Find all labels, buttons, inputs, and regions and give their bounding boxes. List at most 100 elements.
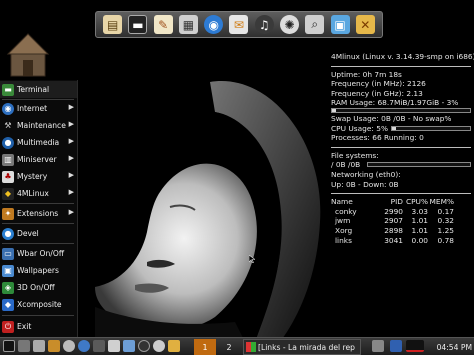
tray-icon[interactable] (372, 340, 384, 352)
volume-tray-icon[interactable] (406, 340, 424, 352)
process-row: jwm 2907 1.01 0.32 (331, 216, 471, 226)
submenu-arrow-icon: ▶ (68, 171, 74, 179)
wbar-dock: ▤ ▬ ✎ ▦ ◉ ✉ ♫ ✺ ⌕ ▣ ✕ (95, 11, 383, 38)
workspace-2-button[interactable]: 2 (220, 339, 238, 355)
submenu-arrow-icon: ▶ (68, 137, 74, 145)
wrench-icon: ⚒ (4, 121, 12, 130)
process-mem: 0.17 (437, 206, 454, 216)
video-player-icon[interactable]: ✺ (279, 15, 299, 34)
mail-icon[interactable] (108, 340, 120, 352)
web-browser-icon[interactable]: ◉ (204, 15, 224, 34)
process-cpu: 0.00 (411, 235, 428, 245)
network-traffic: Up: 0B - Down: 0B (331, 179, 399, 189)
mouse-cursor-icon (249, 255, 255, 263)
menu-item-extensions[interactable]: ✦ Extensions ▶ (0, 205, 77, 222)
menu-item-label: Mystery (17, 172, 48, 181)
web-browser-icon[interactable] (78, 340, 90, 352)
divider (331, 193, 471, 195)
process-name: Xorg (335, 225, 353, 235)
menu-item-label: Maintenance (17, 121, 66, 130)
clock[interactable]: 04:54 PM (432, 339, 474, 355)
process-pid: 2907 (384, 216, 403, 226)
application-menu: ▬ Terminal ◉ Internet ▶ ⚒ Maintenance ▶ … (0, 80, 78, 338)
network-tray-icon[interactable] (390, 340, 402, 352)
ram-bar-fill (332, 108, 337, 112)
terminal-icon[interactable] (93, 340, 105, 352)
home-folder-icon[interactable] (6, 30, 50, 78)
task-button-links[interactable]: [Links - La mirada del rep (243, 339, 361, 355)
menu-separator (2, 243, 74, 244)
menu-item-label: Internet (17, 104, 48, 113)
file-manager-icon[interactable]: ▤ (103, 15, 123, 34)
text-editor-icon[interactable]: ✎ (153, 15, 173, 34)
submenu-arrow-icon: ▶ (68, 103, 74, 111)
extensions-icon: ✦ (2, 207, 14, 220)
menu-item-label: Exit (17, 322, 32, 331)
col-pid: PID (390, 197, 403, 207)
menu-item-3d-toggle[interactable]: ◈ 3D On/Off (0, 279, 77, 296)
image-viewer-icon[interactable] (123, 340, 135, 352)
menu-item-maintenance[interactable]: ⚒ Maintenance ▶ (0, 117, 77, 134)
start-menu-icon[interactable] (3, 340, 15, 352)
menu-item-label: Multimedia (17, 138, 60, 147)
menu-item-label: Terminal (17, 85, 50, 94)
divider (331, 146, 471, 148)
menu-separator (2, 315, 74, 316)
calculator-icon[interactable]: ▦ (178, 15, 198, 34)
audio-player-icon[interactable] (138, 340, 150, 352)
cpu-usage-bar (391, 125, 471, 131)
menu-item-terminal[interactable]: ▬ Terminal (0, 81, 77, 98)
menu-item-devel[interactable]: ● Devel (0, 225, 77, 242)
process-row: Xorg 2898 1.01 1.25 (331, 226, 471, 236)
divider (331, 65, 471, 67)
fs-usage-bar (367, 162, 471, 168)
submenu-arrow-icon: ▶ (68, 208, 74, 216)
workspace-1-button[interactable]: 1 (194, 339, 216, 355)
show-desktop-icon[interactable] (18, 340, 30, 352)
process-name: links (335, 235, 352, 245)
menu-item-mystery[interactable]: ♣ Mystery ▶ (0, 168, 77, 185)
system-tools-icon[interactable] (168, 340, 180, 352)
process-mem: 0.32 (437, 216, 454, 226)
menu-item-internet[interactable]: ◉ Internet ▶ (0, 100, 77, 117)
process-pid: 3041 (384, 235, 403, 245)
devel-icon: ● (2, 227, 14, 240)
menu-item-label: Wallpapers (17, 266, 59, 275)
menu-item-multimedia[interactable]: ● Multimedia ▶ (0, 134, 77, 151)
ram-usage-bar (331, 107, 471, 113)
audio-player-icon[interactable]: ♫ (254, 15, 274, 34)
terminal-icon[interactable]: ▬ (128, 15, 148, 34)
search-icon[interactable] (63, 340, 75, 352)
process-name: conky (335, 206, 357, 216)
mail-icon[interactable]: ✉ (229, 15, 249, 34)
menu-item-xcomposite[interactable]: ◆ Xcomposite (0, 296, 77, 313)
search-icon[interactable]: ⌕ (305, 15, 325, 34)
penguin-icon: ◆ (2, 187, 14, 200)
cpu-row: CPU Usage: 5% (331, 124, 471, 134)
process-mem: 0.78 (437, 235, 454, 245)
menu-item-miniserver[interactable]: ▥ Miniserver ▶ (0, 151, 77, 168)
video-player-icon[interactable] (153, 340, 165, 352)
process-cpu: 1.01 (411, 225, 428, 235)
image-viewer-icon[interactable]: ▣ (330, 15, 350, 34)
swap-usage: Swap Usage: 0B /0B - No swap% (331, 113, 452, 123)
menu-separator (2, 203, 74, 204)
multimedia-icon: ● (2, 136, 14, 149)
process-row: links 3041 0.00 0.78 (331, 236, 471, 246)
system-tools-icon[interactable]: ✕ (355, 15, 375, 34)
file-systems-label: File systems: (331, 150, 379, 160)
menu-item-wbar-toggle[interactable]: ▭ Wbar On/Off (0, 245, 77, 262)
frequency-mhz: Frequency (in MHz): 2126 (331, 79, 426, 89)
text-editor-icon[interactable] (48, 340, 60, 352)
process-pid: 2898 (384, 225, 403, 235)
menu-item-label: Xcomposite (17, 300, 62, 309)
xcomposite-icon: ◆ (2, 298, 14, 311)
server-icon: ▥ (2, 153, 14, 166)
menu-item-wallpapers[interactable]: ▣ Wallpapers (0, 262, 77, 279)
cpu-bar-fill (392, 126, 396, 130)
menu-item-label: Miniserver (17, 155, 57, 164)
mystery-icon: ♣ (2, 170, 14, 183)
menu-item-exit[interactable]: ⏻ Exit (0, 318, 77, 335)
file-manager-icon[interactable] (33, 340, 45, 352)
menu-item-4mlinux[interactable]: ◆ 4MLinux ▶ (0, 185, 77, 202)
